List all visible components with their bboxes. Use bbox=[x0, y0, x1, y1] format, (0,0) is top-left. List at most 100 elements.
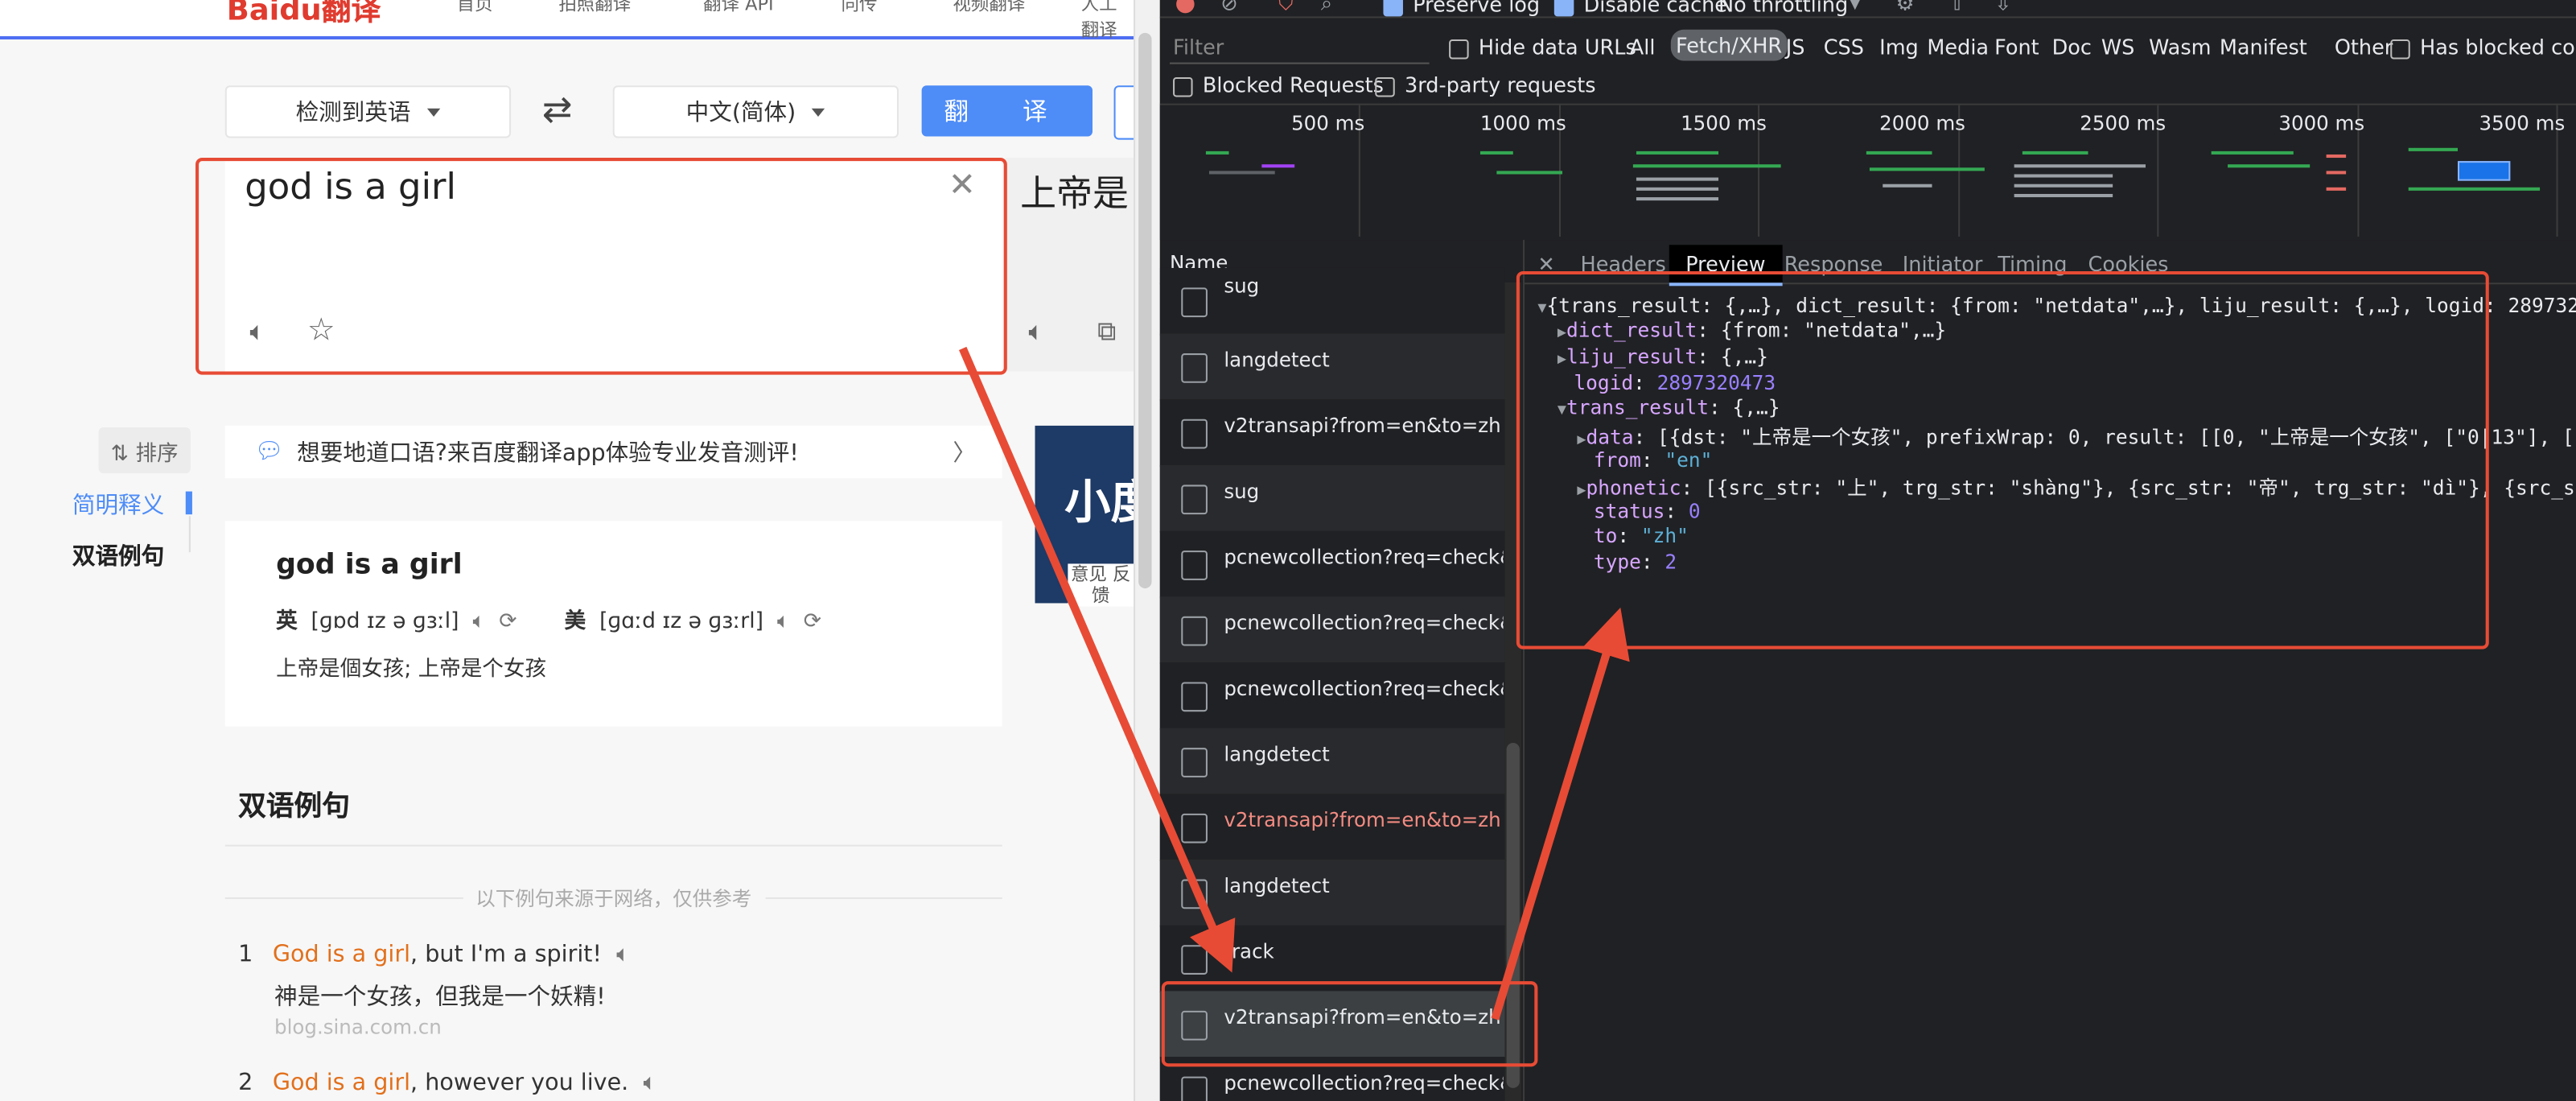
hide-data-urls-checkbox[interactable]: Hide data URLs bbox=[1449, 35, 1636, 60]
timeline-overview[interactable]: 500 ms 1000 ms 1500 ms 2000 ms 2500 ms 3… bbox=[1159, 105, 2576, 241]
nav-item[interactable]: 首页 bbox=[457, 0, 493, 16]
request-row[interactable]: langdetect bbox=[1159, 860, 1505, 927]
output-text: 上帝是 bbox=[1020, 174, 1129, 216]
timeline-tick: 2500 ms bbox=[2080, 111, 2167, 135]
filter-type-media[interactable]: Media bbox=[1927, 35, 1989, 60]
chevron-down-icon bbox=[426, 107, 441, 116]
top-nav-bar: Baidu翻译 首页 拍照翻译 翻译 API 同传 视频翻译 人工翻译 bbox=[0, 0, 1134, 41]
example-source[interactable]: blog.sina.com.cn bbox=[274, 1016, 442, 1039]
nav-item[interactable]: 翻译 API bbox=[703, 0, 774, 16]
sidebar-item-bilingual-examples[interactable]: 双语例句 bbox=[72, 539, 164, 572]
speaker-icon[interactable]: 🔈︎ bbox=[466, 610, 485, 635]
third-party-requests-checkbox[interactable]: 3rd-party requests bbox=[1375, 72, 1596, 97]
filter-type-other[interactable]: Other bbox=[2335, 35, 2393, 60]
request-list: sug langdetect v2transapi?from=en&to=zh … bbox=[1159, 267, 1521, 1101]
request-row[interactable]: pcnewcollection?req=check&fa... bbox=[1159, 596, 1505, 665]
request-row[interactable]: v2transapi?from=en&to=zh bbox=[1159, 399, 1505, 467]
baidu-logo[interactable]: Baidu翻译 bbox=[227, 0, 381, 30]
filter-type-all[interactable]: All bbox=[1630, 35, 1656, 60]
disable-cache-checkbox[interactable]: Disable cache bbox=[1553, 0, 1727, 16]
active-indicator bbox=[185, 491, 192, 515]
filter-icon[interactable]: ⛉ bbox=[1278, 0, 1294, 16]
example-translation: 神是一个女孩，但我是一个妖精! bbox=[274, 984, 606, 1011]
filter-type-img[interactable]: Img bbox=[1879, 35, 1919, 60]
timeline-tick: 500 ms bbox=[1291, 111, 1365, 135]
nav-item[interactable]: 视频翻译 bbox=[953, 0, 1025, 16]
network-conditions-icon[interactable]: ⚙ bbox=[1896, 0, 1915, 14]
has-blocked-cookies-checkbox[interactable]: Has blocked cookies bbox=[2390, 35, 2576, 60]
network-toolbar: ⊘ ⛉ ⌕ Preserve log Disable cache No thro… bbox=[1159, 0, 2576, 19]
secondary-button[interactable] bbox=[1113, 85, 1134, 140]
request-row[interactable]: sug bbox=[1159, 267, 1505, 336]
filter-type-doc[interactable]: Doc bbox=[2052, 35, 2092, 60]
request-row[interactable]: pcnewcollection?req=check&fa... bbox=[1159, 662, 1505, 730]
replay-icon[interactable]: ⟳ bbox=[492, 610, 516, 635]
request-row[interactable]: sug bbox=[1159, 464, 1505, 533]
nav-item[interactable]: 拍照翻译 bbox=[558, 0, 631, 16]
source-language-select[interactable]: 检测到英语 bbox=[224, 85, 512, 138]
sidebar-track bbox=[188, 516, 191, 553]
record-icon[interactable] bbox=[1176, 0, 1195, 14]
phonetic-row: 英 [ɡɒd ɪz ə ɡɜːl] 🔈︎ ⟳ 美 [ɡɑːd ɪz ə ɡɜːr… bbox=[276, 603, 821, 635]
feedback-button[interactable]: 意见 反馈 bbox=[1068, 563, 1134, 607]
filter-type-ws[interactable]: WS bbox=[2101, 35, 2134, 60]
replay-icon[interactable]: ⟳ bbox=[796, 610, 821, 635]
examples-title: 双语例句 bbox=[238, 790, 350, 824]
filter-type-js[interactable]: JS bbox=[1786, 35, 1805, 60]
blocked-requests-checkbox[interactable]: Blocked Requests bbox=[1173, 72, 1384, 97]
request-row[interactable]: pcnewcollection?req=check&fa... bbox=[1159, 530, 1505, 599]
banner-text: 想要地道口语?来百度翻译app体验专业发音测评! bbox=[297, 440, 799, 467]
throttling-select[interactable]: No throttling bbox=[1718, 0, 1848, 16]
search-icon[interactable]: ⌕ bbox=[1321, 0, 1332, 16]
target-language-label: 中文(简体) bbox=[685, 100, 796, 127]
chat-bubble-icon: 💬︎ bbox=[254, 439, 284, 465]
dict-meaning: 上帝是個女孩; 上帝是个女孩 bbox=[276, 657, 547, 682]
request-row-error[interactable]: v2transapi?from=en&to=zh bbox=[1159, 794, 1505, 862]
speaker-icon[interactable]: 🔈︎ bbox=[1028, 315, 1044, 348]
filter-type-manifest[interactable]: Manifest bbox=[2220, 35, 2307, 60]
chevron-down-icon[interactable]: ▾ bbox=[1850, 0, 1860, 14]
app-promo-banner[interactable]: 💬︎ 想要地道口语?来百度翻译app体验专业发音测评! 〉 bbox=[224, 425, 1002, 479]
clear-icon[interactable]: ⊘ bbox=[1220, 0, 1237, 14]
request-row[interactable]: langdetect bbox=[1159, 728, 1505, 796]
download-icon[interactable]: ⇩ bbox=[1994, 0, 2011, 14]
filter-input[interactable]: Filter bbox=[1169, 30, 1430, 64]
example-item: 1 God is a girl, but I'm a spirit! 🔈︎ bbox=[238, 942, 631, 968]
nav-item[interactable]: 人工翻译 bbox=[1081, 0, 1134, 43]
example-highlight: God is a girl bbox=[272, 1070, 411, 1097]
speaker-icon[interactable]: 🔈︎ bbox=[636, 1070, 656, 1096]
speaker-icon[interactable]: 🔈︎ bbox=[609, 942, 630, 968]
timeline-tick: 3000 ms bbox=[2278, 111, 2365, 135]
speaker-icon[interactable]: 🔈︎ bbox=[770, 610, 790, 635]
dictionary-card: god is a girl 英 [ɡɒd ɪz ə ɡɜːl] 🔈︎ ⟳ 美 [… bbox=[224, 521, 1002, 727]
timeline-tick: 1500 ms bbox=[1681, 111, 1767, 135]
scrollbar-thumb[interactable] bbox=[1138, 32, 1152, 589]
us-label: 美 bbox=[564, 609, 586, 635]
chevron-right-icon: 〉 bbox=[953, 440, 977, 467]
filter-type-font[interactable]: Font bbox=[1994, 35, 2039, 60]
chevron-down-icon bbox=[812, 107, 826, 116]
translate-button[interactable]: 翻 译 bbox=[921, 85, 1093, 137]
uk-label: 英 bbox=[276, 609, 298, 635]
nav-item[interactable]: 同传 bbox=[842, 0, 878, 16]
timeline-tick: 1000 ms bbox=[1479, 111, 1566, 135]
sidebar-item-brief-meaning[interactable]: 简明释义 bbox=[72, 489, 164, 522]
examples-source-note: 以下例句来源于网络，仅供参考 bbox=[224, 885, 1002, 913]
preserve-log-checkbox[interactable]: Preserve log bbox=[1383, 0, 1540, 16]
sort-button[interactable]: ⇅ 排序 bbox=[98, 427, 191, 474]
target-language-select[interactable]: 中文(简体) bbox=[612, 85, 899, 138]
source-language-label: 检测到英语 bbox=[295, 100, 411, 127]
filter-type-wasm[interactable]: Wasm bbox=[2149, 35, 2211, 60]
request-row[interactable]: langdetect bbox=[1159, 333, 1505, 402]
annotation-box-preview bbox=[1516, 270, 2489, 649]
swap-languages-icon[interactable]: ⇄ bbox=[542, 90, 573, 131]
filter-type-fetch-xhr[interactable]: Fetch/XHR bbox=[1670, 29, 1788, 61]
upload-icon[interactable]: ⇧ bbox=[1948, 0, 1965, 14]
timeline-tick: 2000 ms bbox=[1879, 111, 1965, 135]
example-item: 2 God is a girl, however you live. 🔈︎ bbox=[238, 1070, 657, 1097]
filter-type-css[interactable]: CSS bbox=[1824, 35, 1864, 60]
ad-panel[interactable]: 小度 意见 反馈 bbox=[1035, 425, 1134, 607]
copy-icon[interactable]: ⧉ bbox=[1097, 315, 1116, 348]
dict-word: god is a girl bbox=[276, 549, 463, 582]
annotation-box-request bbox=[1161, 981, 1538, 1067]
